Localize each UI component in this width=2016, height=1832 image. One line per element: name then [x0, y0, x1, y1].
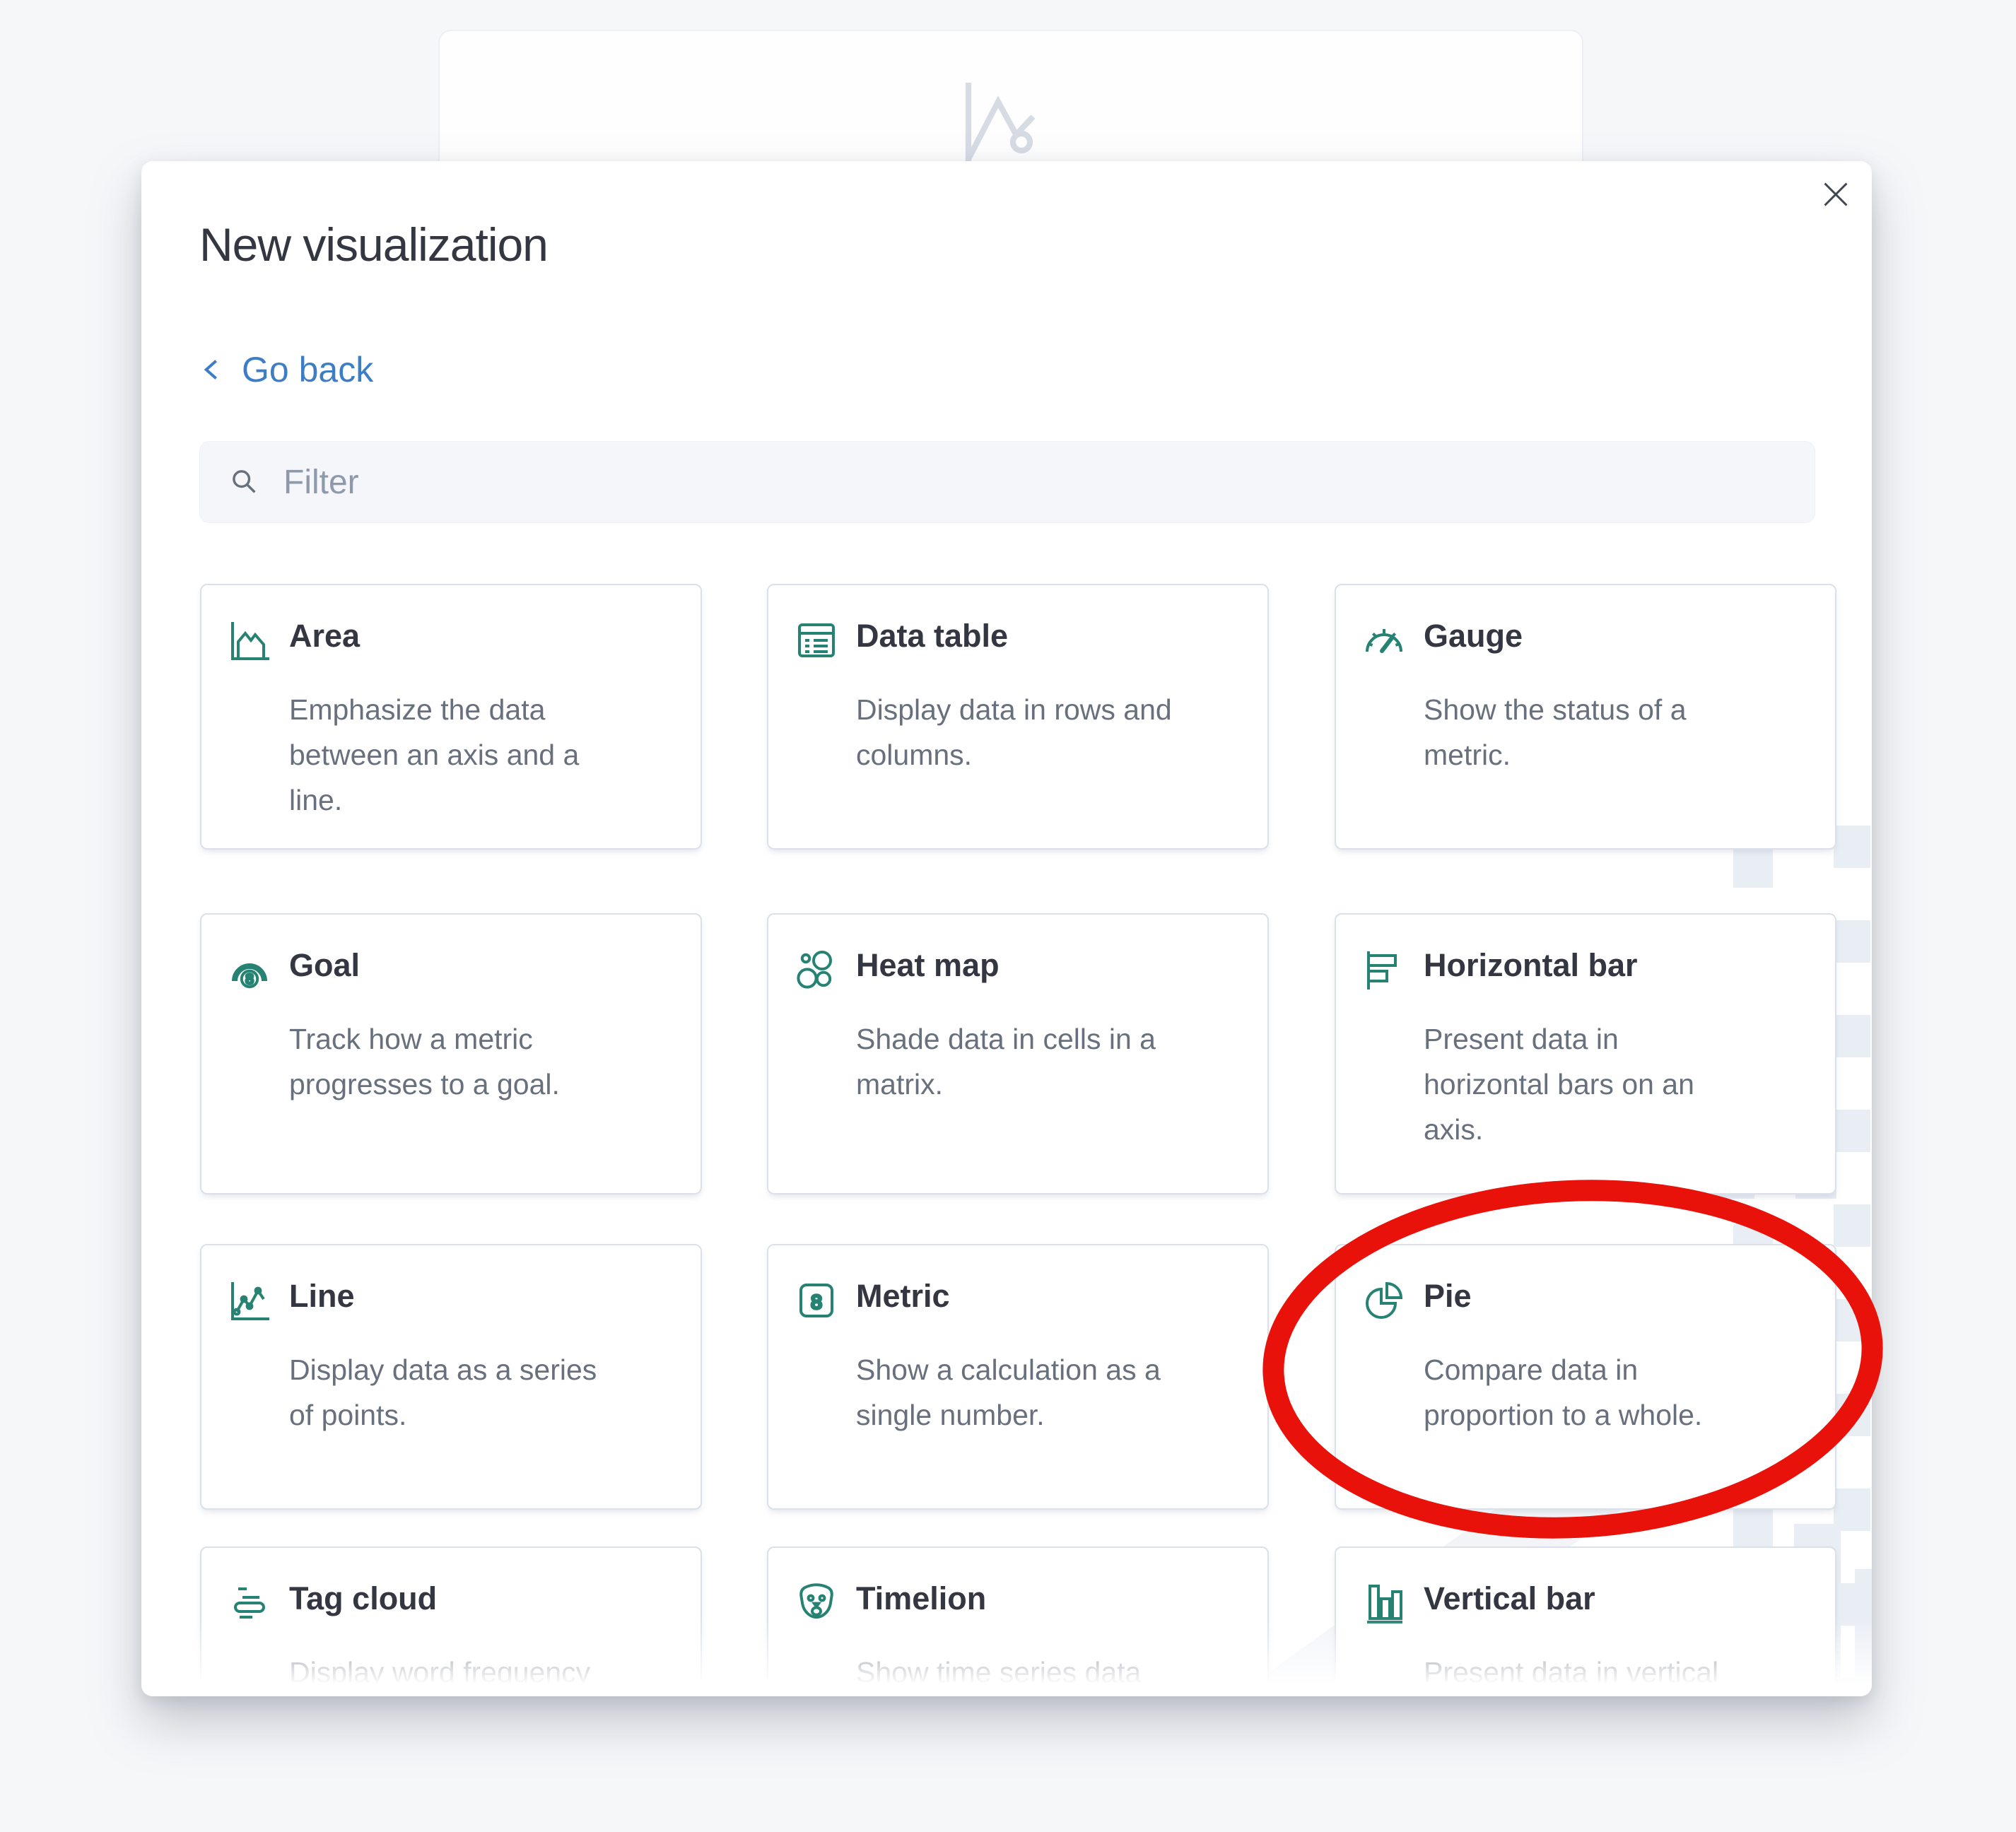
card-title: Vertical bar: [1424, 1580, 1595, 1617]
line-chart-icon: [227, 1278, 272, 1323]
card-title: Timelion: [856, 1580, 986, 1617]
close-button[interactable]: [1822, 181, 1849, 208]
card-timelion[interactable]: Timelion Show time series data on a grap…: [767, 1546, 1269, 1696]
heatmap-icon: [794, 947, 839, 992]
card-pie[interactable]: Pie Compare data in proportion to a whol…: [1335, 1244, 1836, 1510]
close-icon: [1822, 199, 1849, 211]
card-tag-cloud[interactable]: Tag cloud Display word frequency with fo…: [200, 1546, 702, 1696]
filter-field: [199, 441, 1815, 523]
card-description: Shade data in cells in a matrix.: [856, 1016, 1243, 1107]
card-heat-map[interactable]: Heat map Shade data in cells in a matrix…: [767, 913, 1269, 1194]
card-title: Pie: [1424, 1278, 1472, 1315]
card-title: Heat map: [856, 947, 1000, 984]
go-back-link[interactable]: Go back: [201, 349, 373, 390]
card-title: Line: [289, 1278, 355, 1315]
card-description: Display word frequency with font size.: [289, 1650, 676, 1696]
search-icon: [228, 466, 261, 498]
card-description: Show a calculation as a single number.: [856, 1347, 1243, 1438]
card-description: Track how a metric progresses to a goal.: [289, 1016, 676, 1107]
card-goal[interactable]: Goal Track how a metric progresses to a …: [200, 913, 702, 1194]
card-title: Metric: [856, 1278, 950, 1315]
goal-icon: [227, 947, 272, 992]
vertical-bar-icon: [1361, 1580, 1407, 1626]
modal-title: New visualization: [199, 218, 548, 271]
go-back-label: Go back: [242, 349, 373, 390]
new-visualization-modal: New visualization Go back Area Emphasize…: [141, 161, 1872, 1696]
card-description: Show time series data on a graph.: [856, 1650, 1243, 1696]
card-horizontal-bar[interactable]: Horizontal bar Present data in horizonta…: [1335, 913, 1836, 1194]
card-description: Compare data in proportion to a whole.: [1424, 1347, 1811, 1438]
metric-icon: [794, 1278, 839, 1323]
data-table-icon: [794, 618, 839, 663]
filter-input[interactable]: [261, 442, 1815, 522]
tag-cloud-icon: [227, 1580, 272, 1626]
card-vertical-bar[interactable]: Vertical bar Present data in vertical ba…: [1335, 1546, 1836, 1696]
card-title: Data table: [856, 618, 1008, 654]
gauge-icon: [1361, 618, 1407, 663]
card-area[interactable]: Area Emphasize the data between an axis …: [200, 584, 702, 850]
card-description: Display data as a series of points.: [289, 1347, 676, 1438]
card-title: Tag cloud: [289, 1580, 437, 1617]
card-title: Gauge: [1424, 618, 1523, 654]
watermark-bar: [1855, 1569, 1872, 1696]
card-description: Present data in horizontal bars on an ax…: [1424, 1016, 1811, 1152]
chevron-left-icon: [201, 349, 225, 390]
card-description: Display data in rows and columns.: [856, 687, 1243, 777]
card-metric[interactable]: Metric Show a calculation as a single nu…: [767, 1244, 1269, 1510]
card-data-table[interactable]: Data table Display data in rows and colu…: [767, 584, 1269, 850]
card-line[interactable]: Line Display data as a series of points.: [200, 1244, 702, 1510]
card-title: Horizontal bar: [1424, 947, 1638, 984]
card-title: Goal: [289, 947, 360, 984]
pie-chart-icon: [1361, 1278, 1407, 1323]
card-gauge[interactable]: Gauge Show the status of a metric.: [1335, 584, 1836, 850]
card-description: Show the status of a metric.: [1424, 687, 1811, 777]
card-description: Present data in vertical bars on an axis…: [1424, 1650, 1811, 1696]
card-title: Area: [289, 618, 360, 654]
timelion-icon: [794, 1580, 839, 1626]
line-chart-placeholder-icon: [956, 68, 1062, 174]
area-chart-icon: [227, 618, 272, 663]
card-description: Emphasize the data between an axis and a…: [289, 687, 676, 823]
horizontal-bar-icon: [1361, 947, 1407, 992]
